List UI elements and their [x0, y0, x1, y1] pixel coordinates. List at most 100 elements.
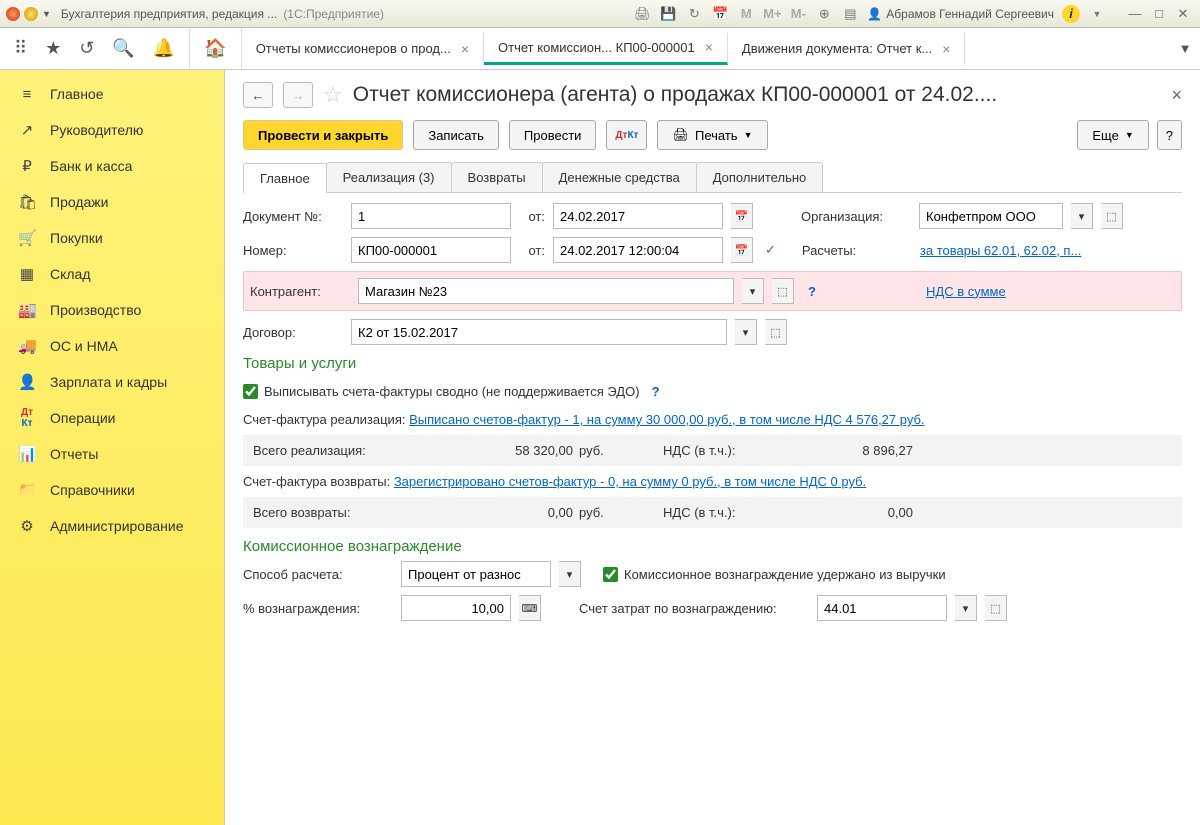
open-icon[interactable]: ⬚	[772, 278, 794, 304]
partner-input[interactable]	[358, 278, 734, 304]
apps-icon[interactable]: ⠿	[14, 38, 27, 59]
close-window-button[interactable]: ✕	[1172, 5, 1194, 23]
nds-mode-link[interactable]: НДС в сумме	[926, 284, 1006, 299]
dropdown-icon[interactable]: ▾	[955, 595, 977, 621]
window-subtitle: (1С:Предприятие)	[283, 7, 384, 21]
m-minus-icon[interactable]: M-	[789, 5, 807, 23]
user-icon: 👤	[867, 7, 882, 21]
form-tab-money[interactable]: Денежные средства	[542, 162, 697, 192]
doc-date-input[interactable]	[553, 203, 723, 229]
sidebar-item-bank[interactable]: ₽Банк и касса	[0, 148, 224, 184]
bulk-invoice-label: Выписывать счета-фактуры сводно (не подд…	[264, 384, 640, 399]
save-icon[interactable]: 💾	[659, 5, 677, 23]
info-dropdown[interactable]: ▼	[1088, 5, 1106, 23]
sidebar-item-label: ОС и НМА	[50, 338, 118, 354]
sf-ret-link[interactable]: Зарегистрировано счетов-фактур - 0, на с…	[394, 474, 866, 489]
print-label: Печать	[695, 128, 738, 143]
dropdown-icon[interactable]: ▾	[742, 278, 764, 304]
open-icon[interactable]: ⬚	[765, 319, 787, 345]
percent-input[interactable]	[401, 595, 511, 621]
contract-input[interactable]	[351, 319, 727, 345]
favorites-icon[interactable]: ★	[45, 38, 61, 59]
datetime-input[interactable]	[553, 237, 723, 263]
app-menu-dropdown[interactable]: ▼	[42, 9, 51, 19]
sidebar-item-purchases[interactable]: 🛒Покупки	[0, 220, 224, 256]
calendar-icon[interactable]: 📅	[731, 237, 753, 263]
dt-kt-button[interactable]: ДтКт	[606, 120, 647, 150]
write-button[interactable]: Записать	[413, 120, 499, 150]
help-icon[interactable]: ?	[646, 378, 666, 404]
calc-method-input[interactable]	[401, 561, 551, 587]
sf-real-link[interactable]: Выписано счетов-фактур - 1, на сумму 30 …	[409, 412, 924, 427]
open-icon[interactable]: ⬚	[1101, 203, 1123, 229]
bulk-invoice-checkbox[interactable]	[243, 384, 258, 399]
maximize-button[interactable]: □	[1148, 5, 1170, 23]
print-icon[interactable]: 🖨	[633, 5, 651, 23]
minimize-button[interactable]: —	[1124, 5, 1146, 23]
withheld-checkbox[interactable]	[603, 567, 618, 582]
document-tabs: Отчеты комиссионеров о прод... × Отчет к…	[242, 28, 1170, 69]
post-and-close-button[interactable]: Провести и закрыть	[243, 120, 403, 150]
bag-icon: 🛍	[18, 193, 36, 211]
form-tab-additional[interactable]: Дополнительно	[696, 162, 824, 192]
calendar-icon[interactable]: 📅	[711, 5, 729, 23]
search-icon[interactable]: 🔍	[112, 38, 134, 59]
sidebar-item-assets[interactable]: 🚚ОС и НМА	[0, 328, 224, 364]
sidebar-item-label: Производство	[50, 302, 141, 318]
m-icon[interactable]: M	[737, 5, 755, 23]
sidebar-item-sales[interactable]: 🛍Продажи	[0, 184, 224, 220]
calc-link[interactable]: за товары 62.01, 62.02, п...	[920, 243, 1081, 258]
sidebar-item-catalogs[interactable]: 📁Справочники	[0, 472, 224, 508]
dropdown-icon[interactable]: ▾	[1071, 203, 1093, 229]
refresh-icon[interactable]: ↻	[685, 5, 703, 23]
dropdown-icon[interactable]: ▾	[735, 319, 757, 345]
sidebar-item-production[interactable]: 🏭Производство	[0, 292, 224, 328]
form-tabs: Главное Реализация (3) Возвраты Денежные…	[243, 162, 1182, 193]
back-button[interactable]: ←	[243, 82, 273, 108]
current-user[interactable]: 👤 Абрамов Геннадий Сергеевич	[867, 7, 1054, 21]
forward-button[interactable]: →	[283, 82, 313, 108]
number-input[interactable]	[351, 237, 511, 263]
history-icon[interactable]: ↺	[79, 38, 94, 59]
calendar-icon[interactable]: 📅	[731, 203, 753, 229]
more-button[interactable]: Еще▼	[1077, 120, 1148, 150]
calculator-icon[interactable]: ⌨	[519, 595, 541, 621]
info-icon[interactable]: i	[1062, 5, 1080, 23]
sidebar-item-admin[interactable]: ⚙Администрирование	[0, 508, 224, 544]
favorite-star-icon[interactable]: ☆	[323, 82, 343, 108]
sidebar-item-reports[interactable]: 📊Отчеты	[0, 436, 224, 472]
sidebar-item-warehouse[interactable]: ▦Склад	[0, 256, 224, 292]
tab-report-doc[interactable]: Отчет комиссион... КП00-000001 ×	[484, 33, 728, 65]
form-tab-realization[interactable]: Реализация (3)	[326, 162, 452, 192]
sidebar-item-hr[interactable]: 👤Зарплата и кадры	[0, 364, 224, 400]
tabs-dropdown[interactable]: ▼	[1170, 41, 1200, 56]
sidebar-item-main[interactable]: ≡Главное	[0, 76, 224, 112]
help-icon[interactable]: ?	[802, 278, 822, 304]
org-input[interactable]	[919, 203, 1063, 229]
printer-icon: 🖨	[672, 127, 689, 143]
tab-reports-list[interactable]: Отчеты комиссионеров о прод... ×	[242, 33, 484, 65]
grid-icon[interactable]: ▤	[841, 5, 859, 23]
sidebar-item-label: Руководителю	[50, 122, 143, 138]
tab-movements[interactable]: Движения документа: Отчет к... ×	[728, 33, 966, 65]
m-plus-icon[interactable]: M+	[763, 5, 781, 23]
form-tab-main[interactable]: Главное	[243, 163, 327, 193]
open-icon[interactable]: ⬚	[985, 595, 1007, 621]
close-icon[interactable]: ×	[461, 41, 469, 57]
close-icon[interactable]: ×	[705, 39, 713, 55]
doc-num-input[interactable]	[351, 203, 511, 229]
help-button[interactable]: ?	[1157, 120, 1182, 150]
zoom-icon[interactable]: ⊕	[815, 5, 833, 23]
post-button[interactable]: Провести	[509, 120, 597, 150]
close-icon[interactable]: ×	[942, 41, 950, 57]
sidebar-item-operations[interactable]: ДтКтОперации	[0, 400, 224, 436]
close-document-button[interactable]: ×	[1171, 85, 1182, 106]
cost-account-input[interactable]	[817, 595, 947, 621]
notifications-icon[interactable]: 🔔	[153, 38, 175, 59]
home-icon[interactable]: 🏠	[204, 38, 226, 59]
form-tab-returns[interactable]: Возвраты	[451, 162, 543, 192]
dropdown-icon[interactable]: ▾	[559, 561, 581, 587]
sidebar-item-manager[interactable]: ↗Руководителю	[0, 112, 224, 148]
sidebar-item-label: Справочники	[50, 482, 135, 498]
print-button[interactable]: 🖨Печать▼	[657, 120, 767, 150]
